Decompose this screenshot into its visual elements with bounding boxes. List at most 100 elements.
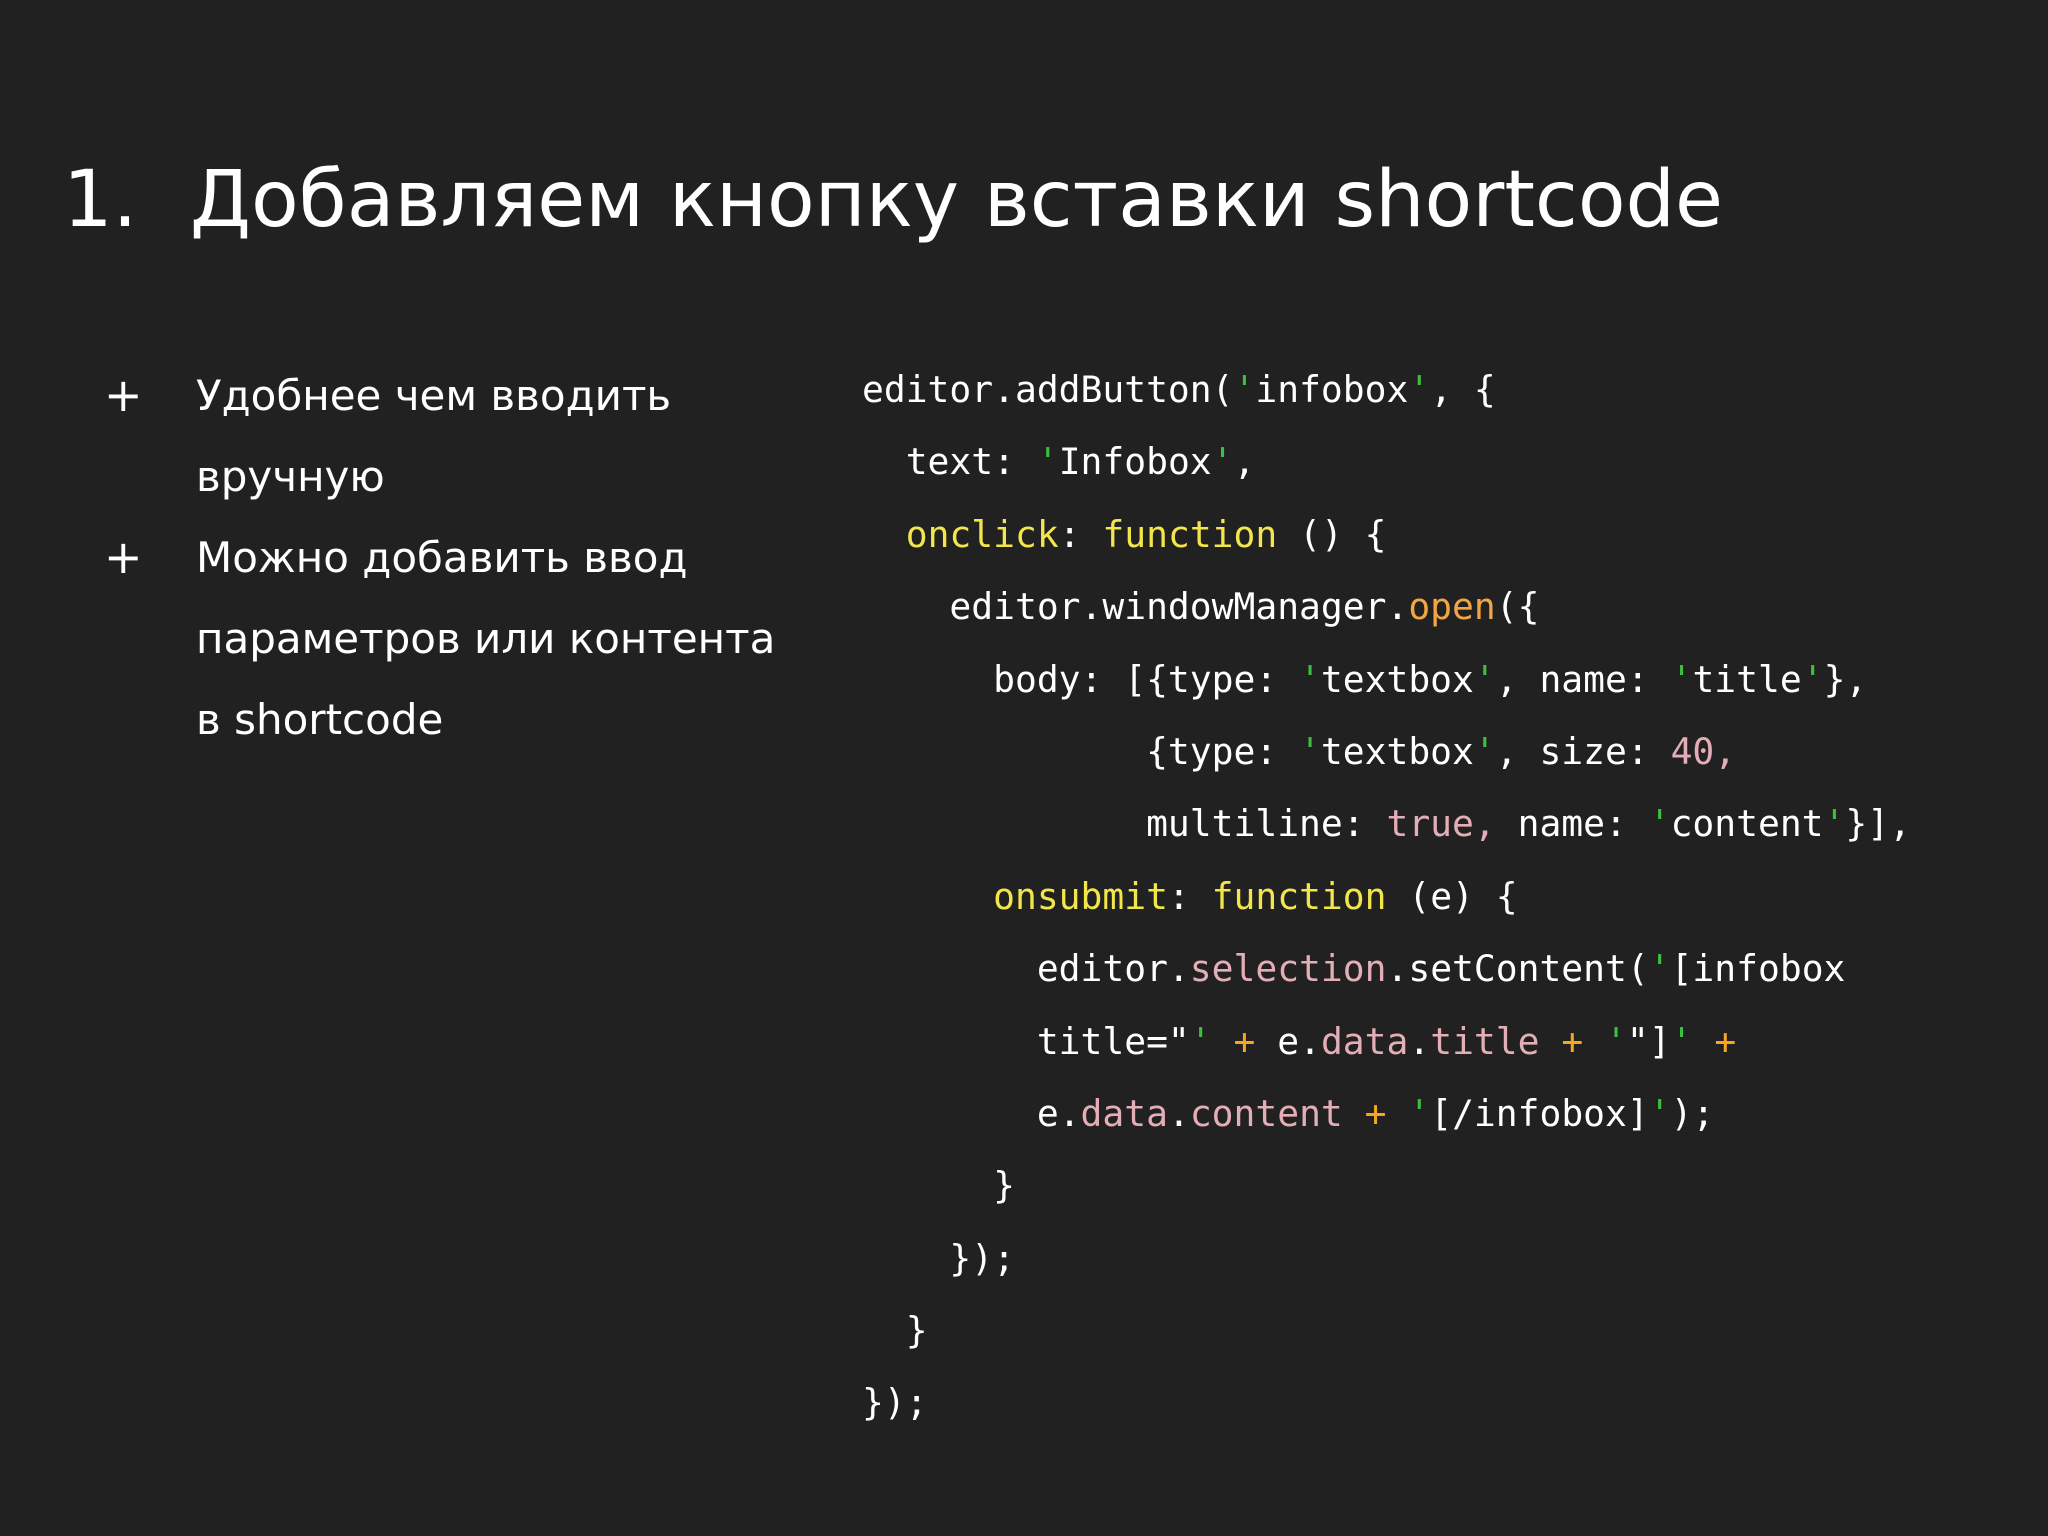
- code-token: ': [1605, 1019, 1627, 1063]
- code-token: ': [1648, 1091, 1671, 1135]
- code-token: ': [1299, 729, 1321, 773]
- slide-title: 1. Добавляем кнопку вставки shortcode: [63, 150, 1723, 250]
- code-token: +: [1561, 1019, 1584, 1063]
- code-token: );: [1670, 1091, 1715, 1135]
- code-token: (e) {: [1386, 874, 1518, 918]
- code-token: selection: [1189, 947, 1387, 991]
- code-token: }: [862, 1164, 1015, 1208]
- code-token: title: [1430, 1019, 1540, 1063]
- code-token: , name:: [1495, 657, 1671, 701]
- code-token: e.: [862, 1091, 1081, 1135]
- code-token: e.: [1255, 1019, 1321, 1063]
- code-token: ': [1189, 1019, 1212, 1063]
- code-token: +: [1364, 1091, 1387, 1135]
- code-token: content: [1189, 1091, 1343, 1135]
- code-token: });: [862, 1236, 1015, 1280]
- code-token: Infobox: [1058, 440, 1212, 484]
- code-token: ': [1648, 947, 1671, 991]
- bullet-text: Можно добавить ввод параметров или конте…: [196, 533, 776, 744]
- code-token: true,: [1386, 802, 1496, 846]
- code-line: onsubmit: function (e) {: [862, 861, 1911, 933]
- code-line: multiline: true, name: 'content'}],: [862, 788, 1911, 860]
- code-token: }],: [1845, 802, 1911, 846]
- code-token: content: [1670, 802, 1824, 846]
- code-token: ': [1036, 440, 1059, 484]
- code-token: function: [1211, 874, 1387, 918]
- code-line: body: [{type: 'textbox', name: 'title'},: [862, 644, 1911, 716]
- code-line: editor.windowManager.open({: [862, 571, 1911, 643]
- code-token: editor.windowManager.: [862, 585, 1409, 629]
- code-token: ': [1670, 657, 1693, 701]
- code-token: ': [1801, 657, 1824, 701]
- bullet-item: + Удобнее чем вводить вручную: [100, 355, 820, 517]
- slide: 1. Добавляем кнопку вставки shortcode + …: [0, 0, 2048, 1536]
- code-token: .: [1408, 1019, 1431, 1063]
- code-token: , {: [1430, 368, 1496, 411]
- code-token: +: [1714, 1019, 1737, 1063]
- code-line: editor.selection.setContent('[infobox: [862, 933, 1911, 1005]
- code-token: }: [862, 1309, 928, 1353]
- code-line: }: [862, 1150, 1911, 1222]
- code-token: },: [1823, 657, 1868, 701]
- code-token: open: [1408, 585, 1496, 629]
- code-token: data: [1320, 1019, 1409, 1063]
- code-token: [infobox: [1670, 947, 1846, 991]
- code-token: "]: [1626, 1019, 1671, 1063]
- code-token: body: [{type:: [862, 657, 1300, 701]
- code-token: ': [1408, 368, 1431, 411]
- code-token: :: [1167, 874, 1212, 918]
- code-token: {type:: [862, 729, 1300, 773]
- code-token: ': [1823, 802, 1846, 846]
- code-token: , size:: [1495, 729, 1671, 773]
- code-token: text:: [862, 440, 1037, 484]
- code-block: editor.addButton('infobox', { text: 'Inf…: [862, 354, 1911, 1440]
- code-token: ,: [1233, 440, 1256, 484]
- bullet-text: Удобнее чем вводить вручную: [196, 371, 672, 501]
- code-token: ({: [1495, 585, 1540, 629]
- code-line: text: 'Infobox',: [862, 426, 1911, 498]
- code-token: name:: [1495, 802, 1649, 846]
- code-token: ': [1211, 440, 1234, 484]
- code-line: e.data.content + '[/infobox]');: [862, 1078, 1911, 1150]
- code-token: .setContent(: [1386, 947, 1649, 991]
- code-token: multiline:: [862, 802, 1387, 846]
- plus-icon: +: [104, 368, 143, 422]
- code-token: ': [1408, 1091, 1431, 1135]
- code-token: editor.: [862, 947, 1190, 991]
- code-line: }: [862, 1295, 1911, 1367]
- code-token: onsubmit: [993, 874, 1168, 918]
- code-token: title: [1692, 657, 1802, 701]
- code-token: });: [862, 1381, 928, 1425]
- code-token: infobox: [1255, 368, 1409, 411]
- code-token: ': [1299, 657, 1321, 701]
- code-token: onclick: [905, 512, 1059, 556]
- code-token: textbox: [1320, 657, 1474, 701]
- code-token: ': [1233, 368, 1256, 411]
- code-line: });: [862, 1223, 1911, 1295]
- code-token: editor.addButton(: [862, 368, 1234, 411]
- code-line: });: [862, 1367, 1911, 1439]
- code-line: editor.addButton('infobox', {: [862, 354, 1911, 426]
- slide-title-text: Добавляем кнопку вставки shortcode: [190, 155, 1724, 245]
- bullet-item: + Можно добавить ввод параметров или кон…: [100, 517, 820, 760]
- code-token: () {: [1277, 512, 1387, 556]
- code-token: data: [1080, 1091, 1168, 1135]
- code-token: function: [1102, 512, 1278, 556]
- code-token: ': [1473, 657, 1496, 701]
- code-token: ': [1648, 802, 1671, 846]
- code-line: title="' + e.data.title + '"]' +: [862, 1006, 1911, 1078]
- code-token: ': [1473, 729, 1496, 773]
- code-token: +: [1233, 1019, 1256, 1063]
- code-token: .: [1167, 1091, 1190, 1135]
- code-line: onclick: function () {: [862, 499, 1911, 571]
- code-token: 40,: [1670, 729, 1737, 773]
- code-token: textbox: [1320, 729, 1474, 773]
- slide-title-number: 1.: [63, 155, 138, 245]
